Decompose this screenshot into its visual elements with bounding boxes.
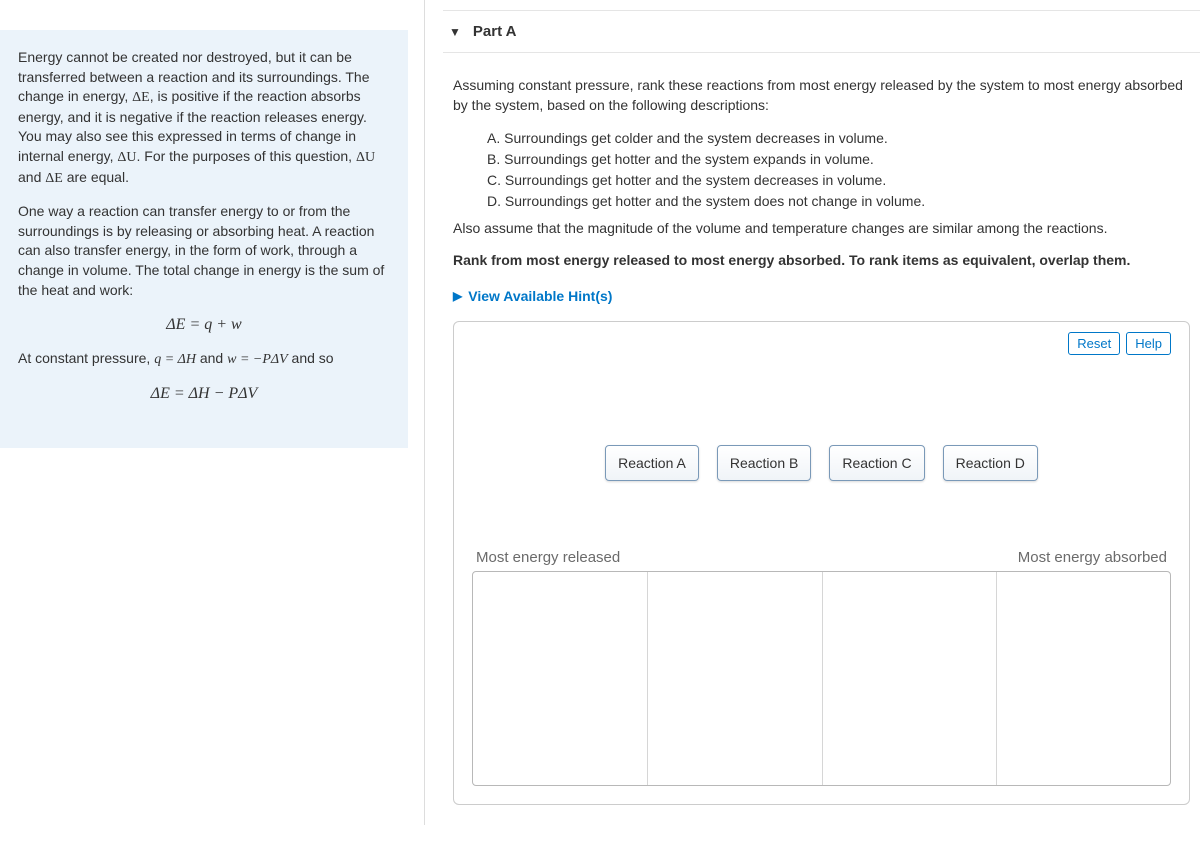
text: and so (288, 350, 334, 366)
text: are equal. (63, 169, 129, 185)
rank-label-left: Most energy released (476, 547, 620, 569)
caret-right-icon: ▶ (453, 288, 462, 305)
reset-button[interactable]: Reset (1068, 332, 1120, 355)
rank-label-right: Most energy absorbed (1018, 547, 1167, 569)
options-list: A. Surroundings get colder and the syste… (453, 128, 1190, 212)
hints-label: View Available Hint(s) (468, 286, 612, 306)
assumption-text: Also assume that the magnitude of the vo… (453, 218, 1190, 238)
draggable-reaction-d[interactable]: Reaction D (943, 445, 1038, 481)
q-equals-dh: q = ΔH (154, 352, 196, 367)
ranking-drop-zone[interactable] (472, 571, 1171, 786)
part-title: Part A (473, 23, 517, 40)
delta-u-symbol: ΔU (117, 150, 136, 165)
caret-down-icon: ▼ (449, 25, 461, 39)
option-d: D. Surroundings get hotter and the syste… (487, 191, 1190, 211)
draggable-reaction-a[interactable]: Reaction A (605, 445, 699, 481)
draggable-reaction-c[interactable]: Reaction C (829, 445, 924, 481)
intro-panel: Energy cannot be created nor destroyed, … (0, 30, 408, 448)
option-a: A. Surroundings get colder and the syste… (487, 128, 1190, 148)
intro-paragraph-1: Energy cannot be created nor destroyed, … (18, 48, 390, 188)
text: and (196, 350, 227, 366)
draggable-items-row: Reaction A Reaction B Reaction C Reactio… (472, 445, 1171, 481)
text: At constant pressure, (18, 350, 154, 366)
question-intro: Assuming constant pressure, rank these r… (453, 75, 1190, 116)
delta-u-symbol: ΔU (356, 150, 375, 165)
text: and (18, 169, 45, 185)
text: . For the purposes of this question, (136, 148, 355, 164)
ranking-widget: Reset Help Reaction A Reaction B Reactio… (453, 321, 1190, 805)
view-hints-toggle[interactable]: ▶ View Available Hint(s) (453, 282, 1190, 320)
delta-e-symbol: ΔE (132, 90, 150, 105)
option-b: B. Surroundings get hotter and the syste… (487, 149, 1190, 169)
w-equals-pdv: w = −PΔV (227, 352, 288, 367)
option-c: C. Surroundings get hotter and the syste… (487, 170, 1190, 190)
intro-paragraph-2: One way a reaction can transfer energy t… (18, 202, 390, 300)
rank-instruction: Rank from most energy released to most e… (453, 250, 1190, 270)
delta-e-symbol: ΔE (45, 171, 63, 186)
help-button[interactable]: Help (1126, 332, 1171, 355)
part-a-header[interactable]: ▼ Part A (443, 10, 1200, 53)
draggable-reaction-b[interactable]: Reaction B (717, 445, 811, 481)
equation-1: ΔE = q + w (18, 314, 390, 336)
equation-2: ΔE = ΔH − PΔV (18, 383, 390, 405)
intro-paragraph-3: At constant pressure, q = ΔH and w = −PΔ… (18, 349, 390, 370)
